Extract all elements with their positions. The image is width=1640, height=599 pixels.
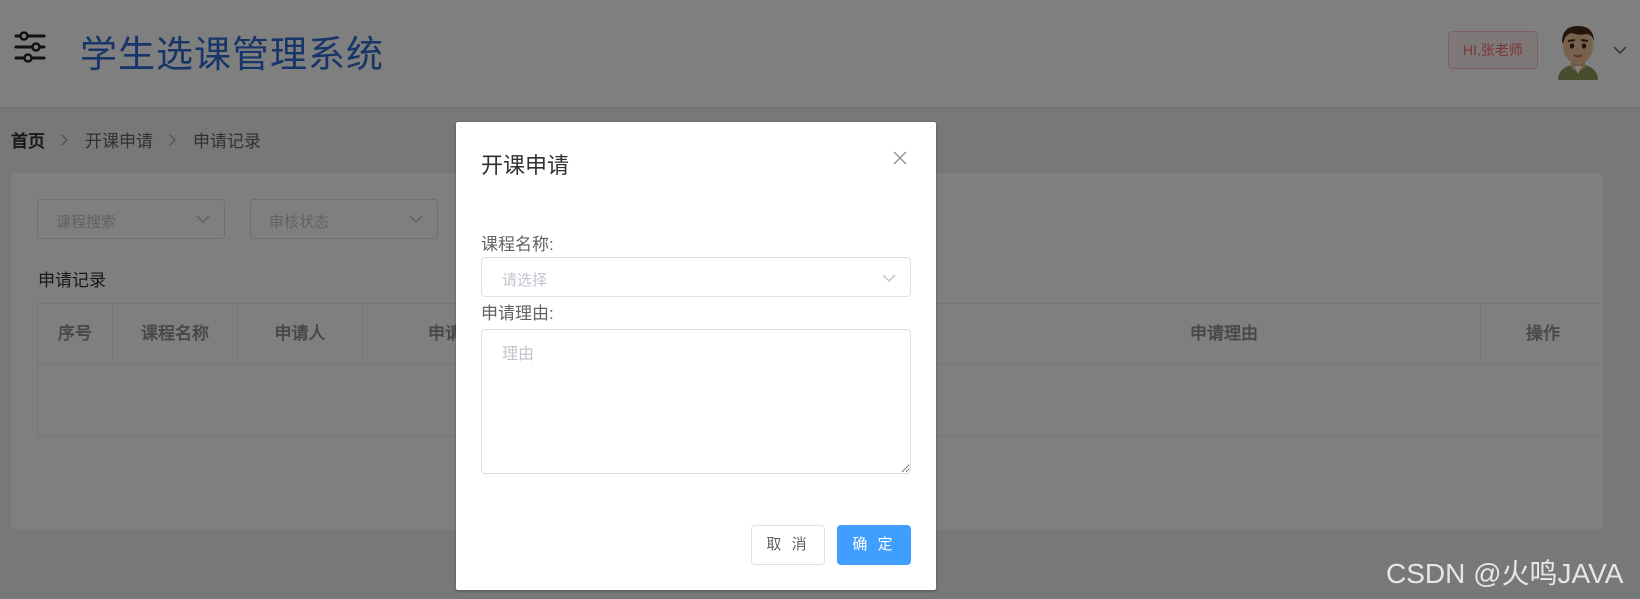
course-name-select[interactable]: 请选择	[481, 257, 911, 297]
chevron-down-icon	[882, 274, 896, 283]
course-name-label: 课程名称:	[481, 235, 554, 254]
watermark: CSDN @火鸣JAVA	[1386, 558, 1624, 589]
course-apply-dialog: 开课申请 课程名称: 请选择 申请理由: 取 消 确 定	[456, 122, 936, 590]
reason-label: 申请理由:	[481, 304, 554, 323]
reason-textarea[interactable]	[481, 329, 911, 474]
cancel-button[interactable]: 取 消	[751, 525, 825, 565]
confirm-button[interactable]: 确 定	[837, 525, 911, 565]
course-name-placeholder: 请选择	[502, 272, 548, 289]
close-icon[interactable]	[892, 150, 908, 166]
dialog-title: 开课申请	[481, 153, 570, 178]
